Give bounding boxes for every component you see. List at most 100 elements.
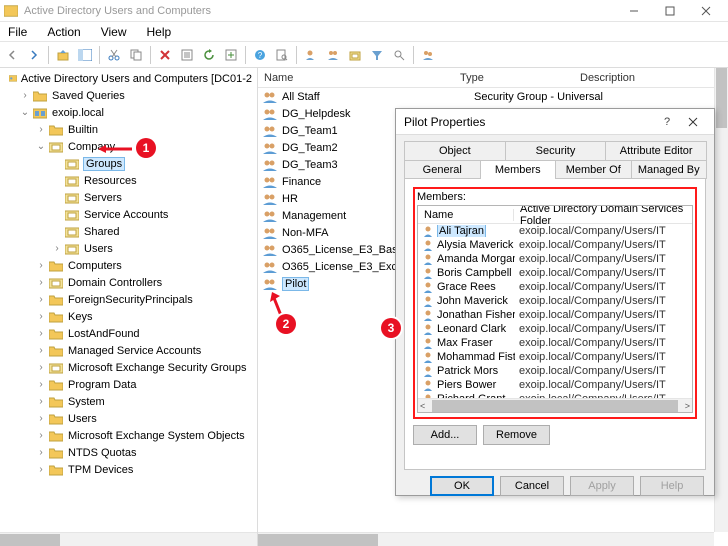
tree-node[interactable]: Service Accounts (0, 206, 257, 223)
member-row[interactable]: Mohammad Fistakexoip.local/Company/Users… (418, 350, 692, 364)
refresh-icon[interactable] (199, 45, 219, 65)
tree-twisty-icon[interactable]: › (34, 328, 48, 339)
tree-twisty-icon[interactable]: › (34, 413, 48, 424)
forward-icon[interactable] (24, 45, 44, 65)
cut-icon[interactable] (104, 45, 124, 65)
tree-node[interactable]: ›Program Data (0, 376, 257, 393)
tab-attribute-editor[interactable]: Attribute Editor (605, 141, 707, 160)
dialog-close-button[interactable] (680, 112, 706, 132)
filter-icon[interactable] (367, 45, 387, 65)
tree-twisty-icon[interactable]: › (34, 447, 48, 458)
tree-root[interactable]: Active Directory Users and Computers [DC… (0, 70, 257, 87)
list-scrollbar-x[interactable] (258, 532, 714, 546)
new-user-icon[interactable] (301, 45, 321, 65)
help-icon[interactable]: ? (250, 45, 270, 65)
member-row[interactable]: Jonathan Fisherexoip.local/Company/Users… (418, 308, 692, 322)
menu-action[interactable]: Action (43, 23, 84, 41)
member-row[interactable]: Amanda Morganexoip.local/Company/Users/I… (418, 252, 692, 266)
tree-node[interactable]: ›Users (0, 240, 257, 257)
list-header[interactable]: Name Type Description (258, 68, 728, 88)
tree-node[interactable]: ›Builtin (0, 121, 257, 138)
member-row[interactable]: Alysia Maverickexoip.local/Company/Users… (418, 238, 692, 252)
member-row[interactable]: Max Fraserexoip.local/Company/Users/IT (418, 336, 692, 350)
tree-twisty-icon[interactable]: › (34, 396, 48, 407)
show-hide-tree-icon[interactable] (75, 45, 95, 65)
tree-twisty-icon[interactable]: › (34, 311, 48, 322)
tree-node[interactable]: ›Keys (0, 308, 257, 325)
console-tree[interactable]: Active Directory Users and Computers [DC… (0, 68, 258, 546)
menu-help[interactable]: Help (143, 23, 176, 41)
tree-twisty-icon[interactable]: › (34, 260, 48, 271)
tab-security[interactable]: Security (505, 141, 607, 160)
member-row[interactable]: Patrick Morsexoip.local/Company/Users/IT (418, 364, 692, 378)
export-icon[interactable] (221, 45, 241, 65)
tree-twisty-icon[interactable]: ⌄ (34, 141, 48, 152)
member-row[interactable]: Leonard Clarkexoip.local/Company/Users/I… (418, 322, 692, 336)
menu-view[interactable]: View (97, 23, 131, 41)
tree-node[interactable]: ›Microsoft Exchange Security Groups (0, 359, 257, 376)
tree-twisty-icon[interactable]: ⌄ (18, 107, 32, 118)
member-row[interactable]: Piers Bowerexoip.local/Company/Users/IT (418, 378, 692, 392)
tab-managed-by[interactable]: Managed By (631, 160, 708, 179)
apply-button[interactable]: Apply (570, 476, 634, 496)
members-list[interactable]: Name Active Directory Domain Services Fo… (417, 205, 693, 413)
col-desc[interactable]: Description (574, 72, 728, 84)
dialog-help-button[interactable]: ? (654, 112, 680, 132)
members-col-folder[interactable]: Active Directory Domain Services Folder (514, 205, 692, 227)
add-button[interactable]: Add... (413, 425, 477, 445)
col-name[interactable]: Name (258, 72, 454, 84)
tree-node[interactable]: Resources (0, 172, 257, 189)
copy-icon[interactable] (126, 45, 146, 65)
tree-node[interactable]: Servers (0, 189, 257, 206)
tree-node[interactable]: ›Microsoft Exchange System Objects (0, 427, 257, 444)
tree-twisty-icon[interactable]: › (34, 294, 48, 305)
tab-general[interactable]: General (404, 160, 481, 179)
tree-twisty-icon[interactable]: › (34, 430, 48, 441)
new-ou-icon[interactable] (345, 45, 365, 65)
dialog-titlebar[interactable]: Pilot Properties ? (396, 109, 714, 135)
tree-twisty-icon[interactable]: › (34, 379, 48, 390)
tab-member-of[interactable]: Member Of (555, 160, 632, 179)
tree-node[interactable]: ›System (0, 393, 257, 410)
tab-members[interactable]: Members (480, 160, 557, 179)
tree-node[interactable]: ›Computers (0, 257, 257, 274)
list-item[interactable]: All StaffSecurity Group - Universal (258, 88, 728, 105)
col-type[interactable]: Type (454, 72, 574, 84)
tab-object[interactable]: Object (404, 141, 506, 160)
tree-twisty-icon[interactable]: › (50, 243, 64, 254)
tree-node[interactable]: ›ForeignSecurityPrincipals (0, 291, 257, 308)
tree-node[interactable]: ⌄exoip.local (0, 104, 257, 121)
maximize-button[interactable] (652, 1, 688, 21)
tree-twisty-icon[interactable]: › (34, 124, 48, 135)
find-icon[interactable] (272, 45, 292, 65)
tree-twisty-icon[interactable]: › (34, 345, 48, 356)
members-scrollbar-x[interactable]: <> (418, 398, 692, 412)
member-row[interactable]: Ali Tajranexoip.local/Company/Users/IT (418, 224, 692, 238)
close-button[interactable] (688, 1, 724, 21)
tree-node[interactable]: ›TPM Devices (0, 461, 257, 478)
up-icon[interactable] (53, 45, 73, 65)
new-group-icon[interactable] (323, 45, 343, 65)
tree-scrollbar-x[interactable] (0, 532, 257, 546)
ok-button[interactable]: OK (430, 476, 494, 496)
menu-file[interactable]: File (4, 23, 31, 41)
list-scrollbar-y[interactable] (714, 68, 728, 532)
cancel-button[interactable]: Cancel (500, 476, 564, 496)
minimize-button[interactable] (616, 1, 652, 21)
tree-twisty-icon[interactable]: › (34, 464, 48, 475)
tree-twisty-icon[interactable]: › (18, 90, 32, 101)
add-to-group-icon[interactable] (418, 45, 438, 65)
member-row[interactable]: Grace Reesexoip.local/Company/Users/IT (418, 280, 692, 294)
tree-node[interactable]: ›Users (0, 410, 257, 427)
delete-icon[interactable] (155, 45, 175, 65)
tree-twisty-icon[interactable]: › (34, 277, 48, 288)
remove-button[interactable]: Remove (483, 425, 550, 445)
back-icon[interactable] (2, 45, 22, 65)
tree-node[interactable]: ›Domain Controllers (0, 274, 257, 291)
help-button[interactable]: Help (640, 476, 704, 496)
tree-node[interactable]: Shared (0, 223, 257, 240)
tree-node[interactable]: ›NTDS Quotas (0, 444, 257, 461)
tree-node[interactable]: ›Saved Queries (0, 87, 257, 104)
members-header[interactable]: Name Active Directory Domain Services Fo… (418, 206, 692, 224)
member-row[interactable]: John Maverickexoip.local/Company/Users/I… (418, 294, 692, 308)
